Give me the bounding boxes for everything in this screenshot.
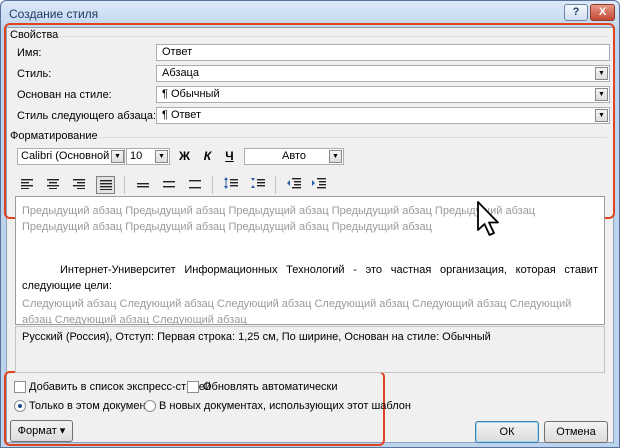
previous-paragraph-sample: Предыдущий абзац Предыдущий абзац Предыд… [22, 205, 536, 233]
font-family-value: Calibri (Основной тек [21, 150, 124, 162]
font-size-value: 10 [130, 150, 143, 162]
style-type-label: Стиль: [17, 68, 52, 80]
based-on-value: ¶ Обычный [162, 88, 220, 100]
style-type-select[interactable]: Абзаца ▼ [156, 65, 610, 82]
next-style-label: Стиль следующего абзаца: [17, 110, 157, 122]
auto-update-checkbox[interactable] [187, 381, 199, 393]
chevron-down-icon[interactable]: ▼ [111, 150, 124, 163]
style-description: Русский (Россия), Отступ: Первая строка:… [15, 326, 605, 373]
current-paragraph-sample: Интернет-Университет Информационных Техн… [22, 264, 598, 292]
double-spacing-icon[interactable] [185, 176, 204, 194]
only-this-document-radio[interactable] [14, 400, 26, 412]
decrease-spacing-icon[interactable] [248, 176, 267, 194]
cancel-button[interactable]: Отмена [544, 421, 608, 443]
close-button[interactable]: X [590, 4, 615, 21]
dialog-title: Создание стиля [9, 7, 99, 21]
font-family-select[interactable]: Calibri (Основной тек [17, 148, 124, 165]
chevron-down-icon[interactable]: ▼ [329, 150, 342, 163]
based-on-select[interactable]: ¶ Обычный ▼ [156, 86, 610, 103]
italic-button[interactable]: К [198, 147, 217, 165]
toolbar-separator [275, 176, 276, 194]
toolbar-separator [124, 176, 125, 194]
font-color-value: Авто [282, 150, 306, 162]
font-color-select[interactable]: Авто ▼ [244, 148, 344, 165]
font-family-dropdown[interactable]: ▼ [111, 148, 125, 165]
new-documents-template-radio[interactable] [144, 400, 156, 412]
style-preview-pane: Предыдущий абзац Предыдущий абзац Предыд… [15, 196, 605, 325]
next-style-select[interactable]: ¶ Ответ ▼ [156, 107, 610, 124]
next-paragraph-sample: Следующий абзац Следующий абзац Следующи… [22, 298, 572, 325]
align-justify-icon[interactable] [96, 176, 115, 194]
new-documents-template-label[interactable]: В новых документах, использующих этот ша… [159, 400, 411, 412]
next-style-value: ¶ Ответ [162, 109, 202, 121]
align-right-icon[interactable] [69, 176, 88, 194]
chevron-down-icon[interactable]: ▼ [595, 67, 608, 80]
format-menu-button[interactable]: Формат ▾ [10, 420, 73, 442]
style-type-value: Абзаца [162, 67, 199, 79]
decrease-indent-icon[interactable] [284, 176, 303, 194]
font-size-select[interactable]: 10 ▼ [126, 148, 170, 165]
auto-update-label[interactable]: Обновлять автоматически [203, 381, 338, 393]
properties-section-label: Свойства [10, 29, 59, 41]
bold-button[interactable]: Ж [175, 147, 194, 165]
single-spacing-icon[interactable] [133, 176, 152, 194]
name-label: Имя: [17, 47, 42, 59]
underline-button[interactable]: Ч [220, 147, 239, 165]
formatting-section-label: Форматирование [10, 130, 98, 142]
based-on-label: Основан на стиле: [17, 89, 112, 101]
help-button[interactable]: ? [564, 4, 588, 21]
name-input[interactable]: Ответ [156, 44, 610, 61]
align-center-icon[interactable] [43, 176, 62, 194]
chevron-down-icon[interactable]: ▼ [595, 109, 608, 122]
add-to-quick-styles-checkbox[interactable] [14, 381, 26, 393]
chevron-down-icon[interactable]: ▼ [155, 150, 168, 163]
section-divider [59, 36, 607, 37]
ok-button[interactable]: ОК [475, 421, 539, 443]
increase-spacing-icon[interactable] [221, 176, 240, 194]
name-value: Ответ [162, 46, 193, 58]
create-style-dialog: Создание стиля ? X Свойства Имя: Ответ С… [0, 0, 620, 448]
only-this-document-label[interactable]: Только в этом документе [29, 400, 157, 412]
add-to-quick-styles-label[interactable]: Добавить в список экспресс-стилей [29, 381, 211, 393]
title-bar[interactable]: Создание стиля ? X [1, 1, 619, 27]
toolbar-separator [212, 176, 213, 194]
mouse-pointer-icon [476, 200, 502, 241]
align-left-icon[interactable] [17, 176, 36, 194]
section-divider [91, 137, 607, 138]
increase-indent-icon[interactable] [309, 176, 328, 194]
chevron-down-icon[interactable]: ▼ [595, 88, 608, 101]
dialog-body: Свойства Имя: Ответ Стиль: Абзаца ▼ Основ… [4, 23, 615, 446]
one-half-spacing-icon[interactable] [159, 176, 178, 194]
